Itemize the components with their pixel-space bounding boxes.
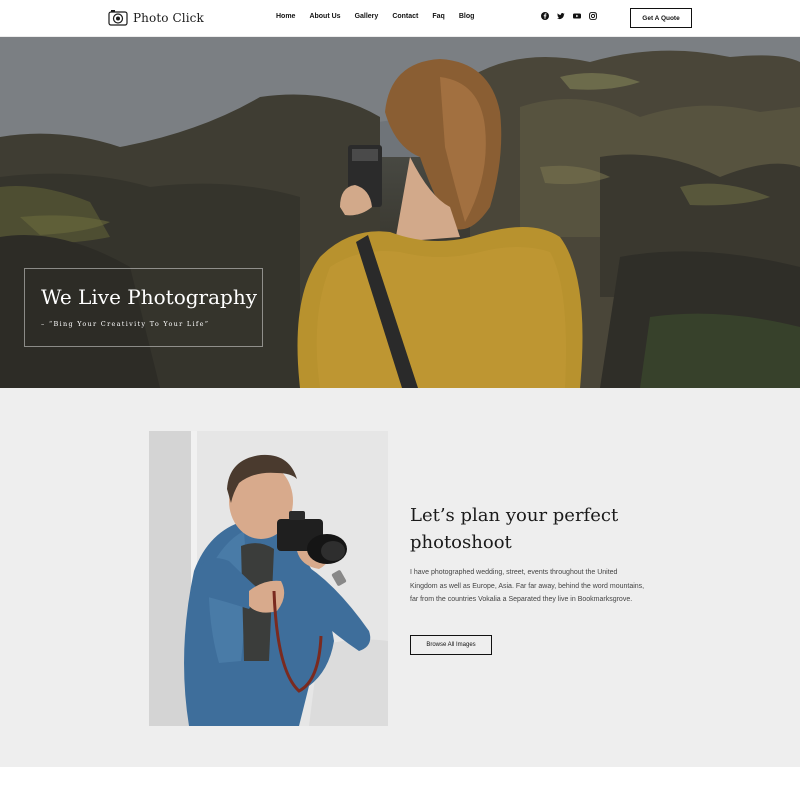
about-section: Let’s plan your perfect photoshoot I hav… (0, 388, 800, 767)
logo[interactable]: Photo Click (108, 9, 204, 27)
page-bottom-strip (0, 767, 800, 800)
nav-faq[interactable]: Faq (432, 13, 444, 20)
hero-title: We Live Photography (41, 285, 258, 309)
twitter-icon[interactable] (557, 12, 565, 20)
nav-contact[interactable]: Contact (392, 13, 418, 20)
nav-gallery[interactable]: Gallery (355, 13, 379, 20)
main-nav: Home About Us Gallery Contact Faq Blog (276, 13, 488, 20)
nav-about-us[interactable]: About Us (309, 13, 340, 20)
about-heading: Let’s plan your perfect photoshoot (410, 505, 619, 553)
youtube-icon[interactable] (573, 12, 581, 20)
nav-blog[interactable]: Blog (459, 13, 475, 20)
get-a-quote-button[interactable]: Get A Quote (630, 8, 692, 28)
photographer-image (149, 431, 388, 726)
logo-text: Photo Click (133, 11, 204, 25)
hero-subtitle: – “Bing Your Creativity To Your Life” (41, 320, 210, 328)
hero-banner: We Live Photography – “Bing Your Creativ… (0, 37, 800, 388)
instagram-icon[interactable] (589, 12, 597, 20)
hero-caption-box: We Live Photography – “Bing Your Creativ… (24, 268, 263, 347)
social-links (541, 12, 597, 20)
browse-all-images-button[interactable]: Browse All Images (410, 635, 492, 655)
camera-logo-icon (108, 10, 128, 26)
nav-home[interactable]: Home (276, 13, 295, 20)
photographer-illustration (149, 431, 388, 726)
facebook-icon[interactable] (541, 12, 549, 20)
about-description: I have photographed wedding, street, eve… (410, 569, 645, 604)
site-header: Photo Click Home About Us Gallery Contac… (0, 0, 800, 37)
